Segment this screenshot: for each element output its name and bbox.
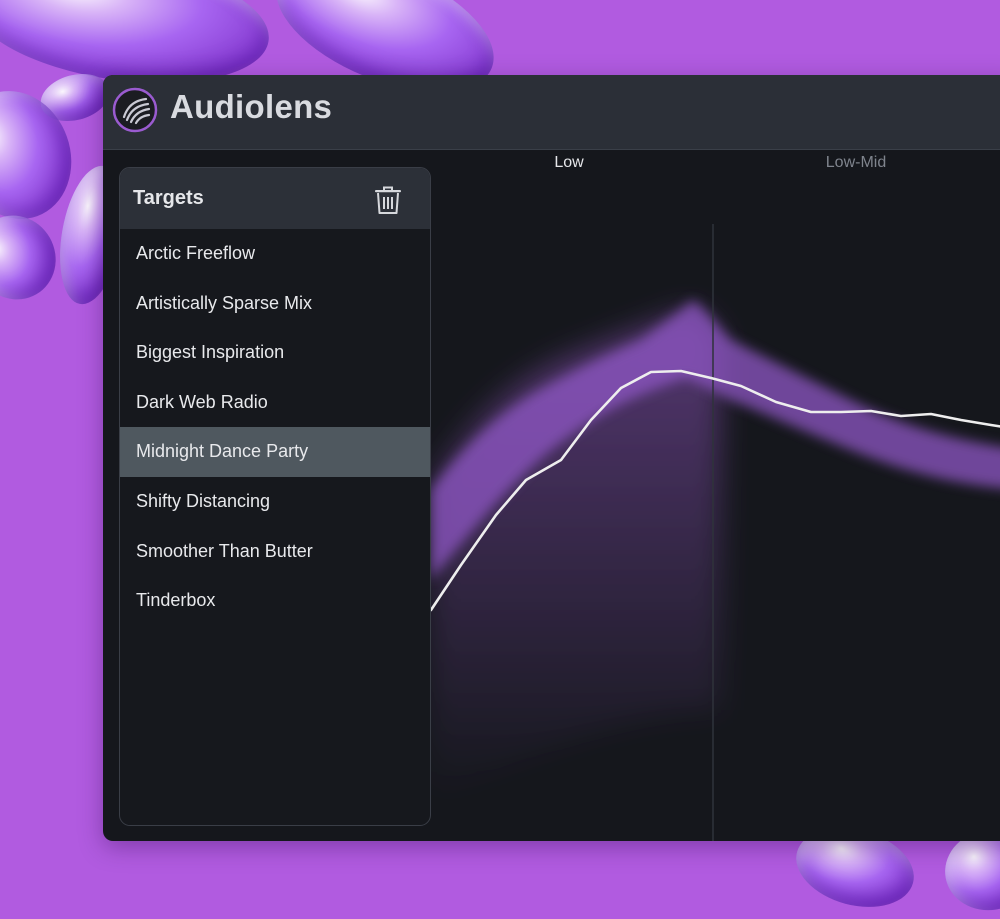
band-label-low[interactable]: Low — [554, 154, 583, 172]
app-title: Audiolens — [170, 88, 333, 125]
audiolens-logo-icon — [112, 87, 158, 133]
trash-icon[interactable] — [374, 185, 402, 215]
target-item-selected[interactable]: Midnight Dance Party — [120, 427, 430, 477]
target-item[interactable]: Biggest Inspiration — [120, 328, 430, 378]
band-label-low-mid[interactable]: Low-Mid — [826, 154, 886, 172]
targets-panel-title: Targets — [133, 187, 204, 209]
target-item[interactable]: Artistically Sparse Mix — [120, 279, 430, 329]
target-item[interactable]: Shifty Distancing — [120, 477, 430, 527]
target-list: Arctic Freeflow Artistically Sparse Mix … — [120, 229, 430, 626]
target-item[interactable]: Dark Web Radio — [120, 378, 430, 428]
frequency-graph[interactable] — [431, 150, 1000, 841]
frequency-graph-canvas — [431, 224, 1000, 841]
target-item[interactable]: Smoother Than Butter — [120, 527, 430, 577]
target-item[interactable]: Tinderbox — [120, 576, 430, 626]
targets-panel-header: Targets — [120, 168, 430, 229]
app-window: Audiolens Targets Arctic Freeflow Artist… — [103, 75, 1000, 841]
targets-panel: Targets Arctic Freeflow Artistically Spa… — [119, 167, 431, 826]
target-item[interactable]: Arctic Freeflow — [120, 229, 430, 279]
title-bar: Audiolens — [103, 75, 1000, 150]
